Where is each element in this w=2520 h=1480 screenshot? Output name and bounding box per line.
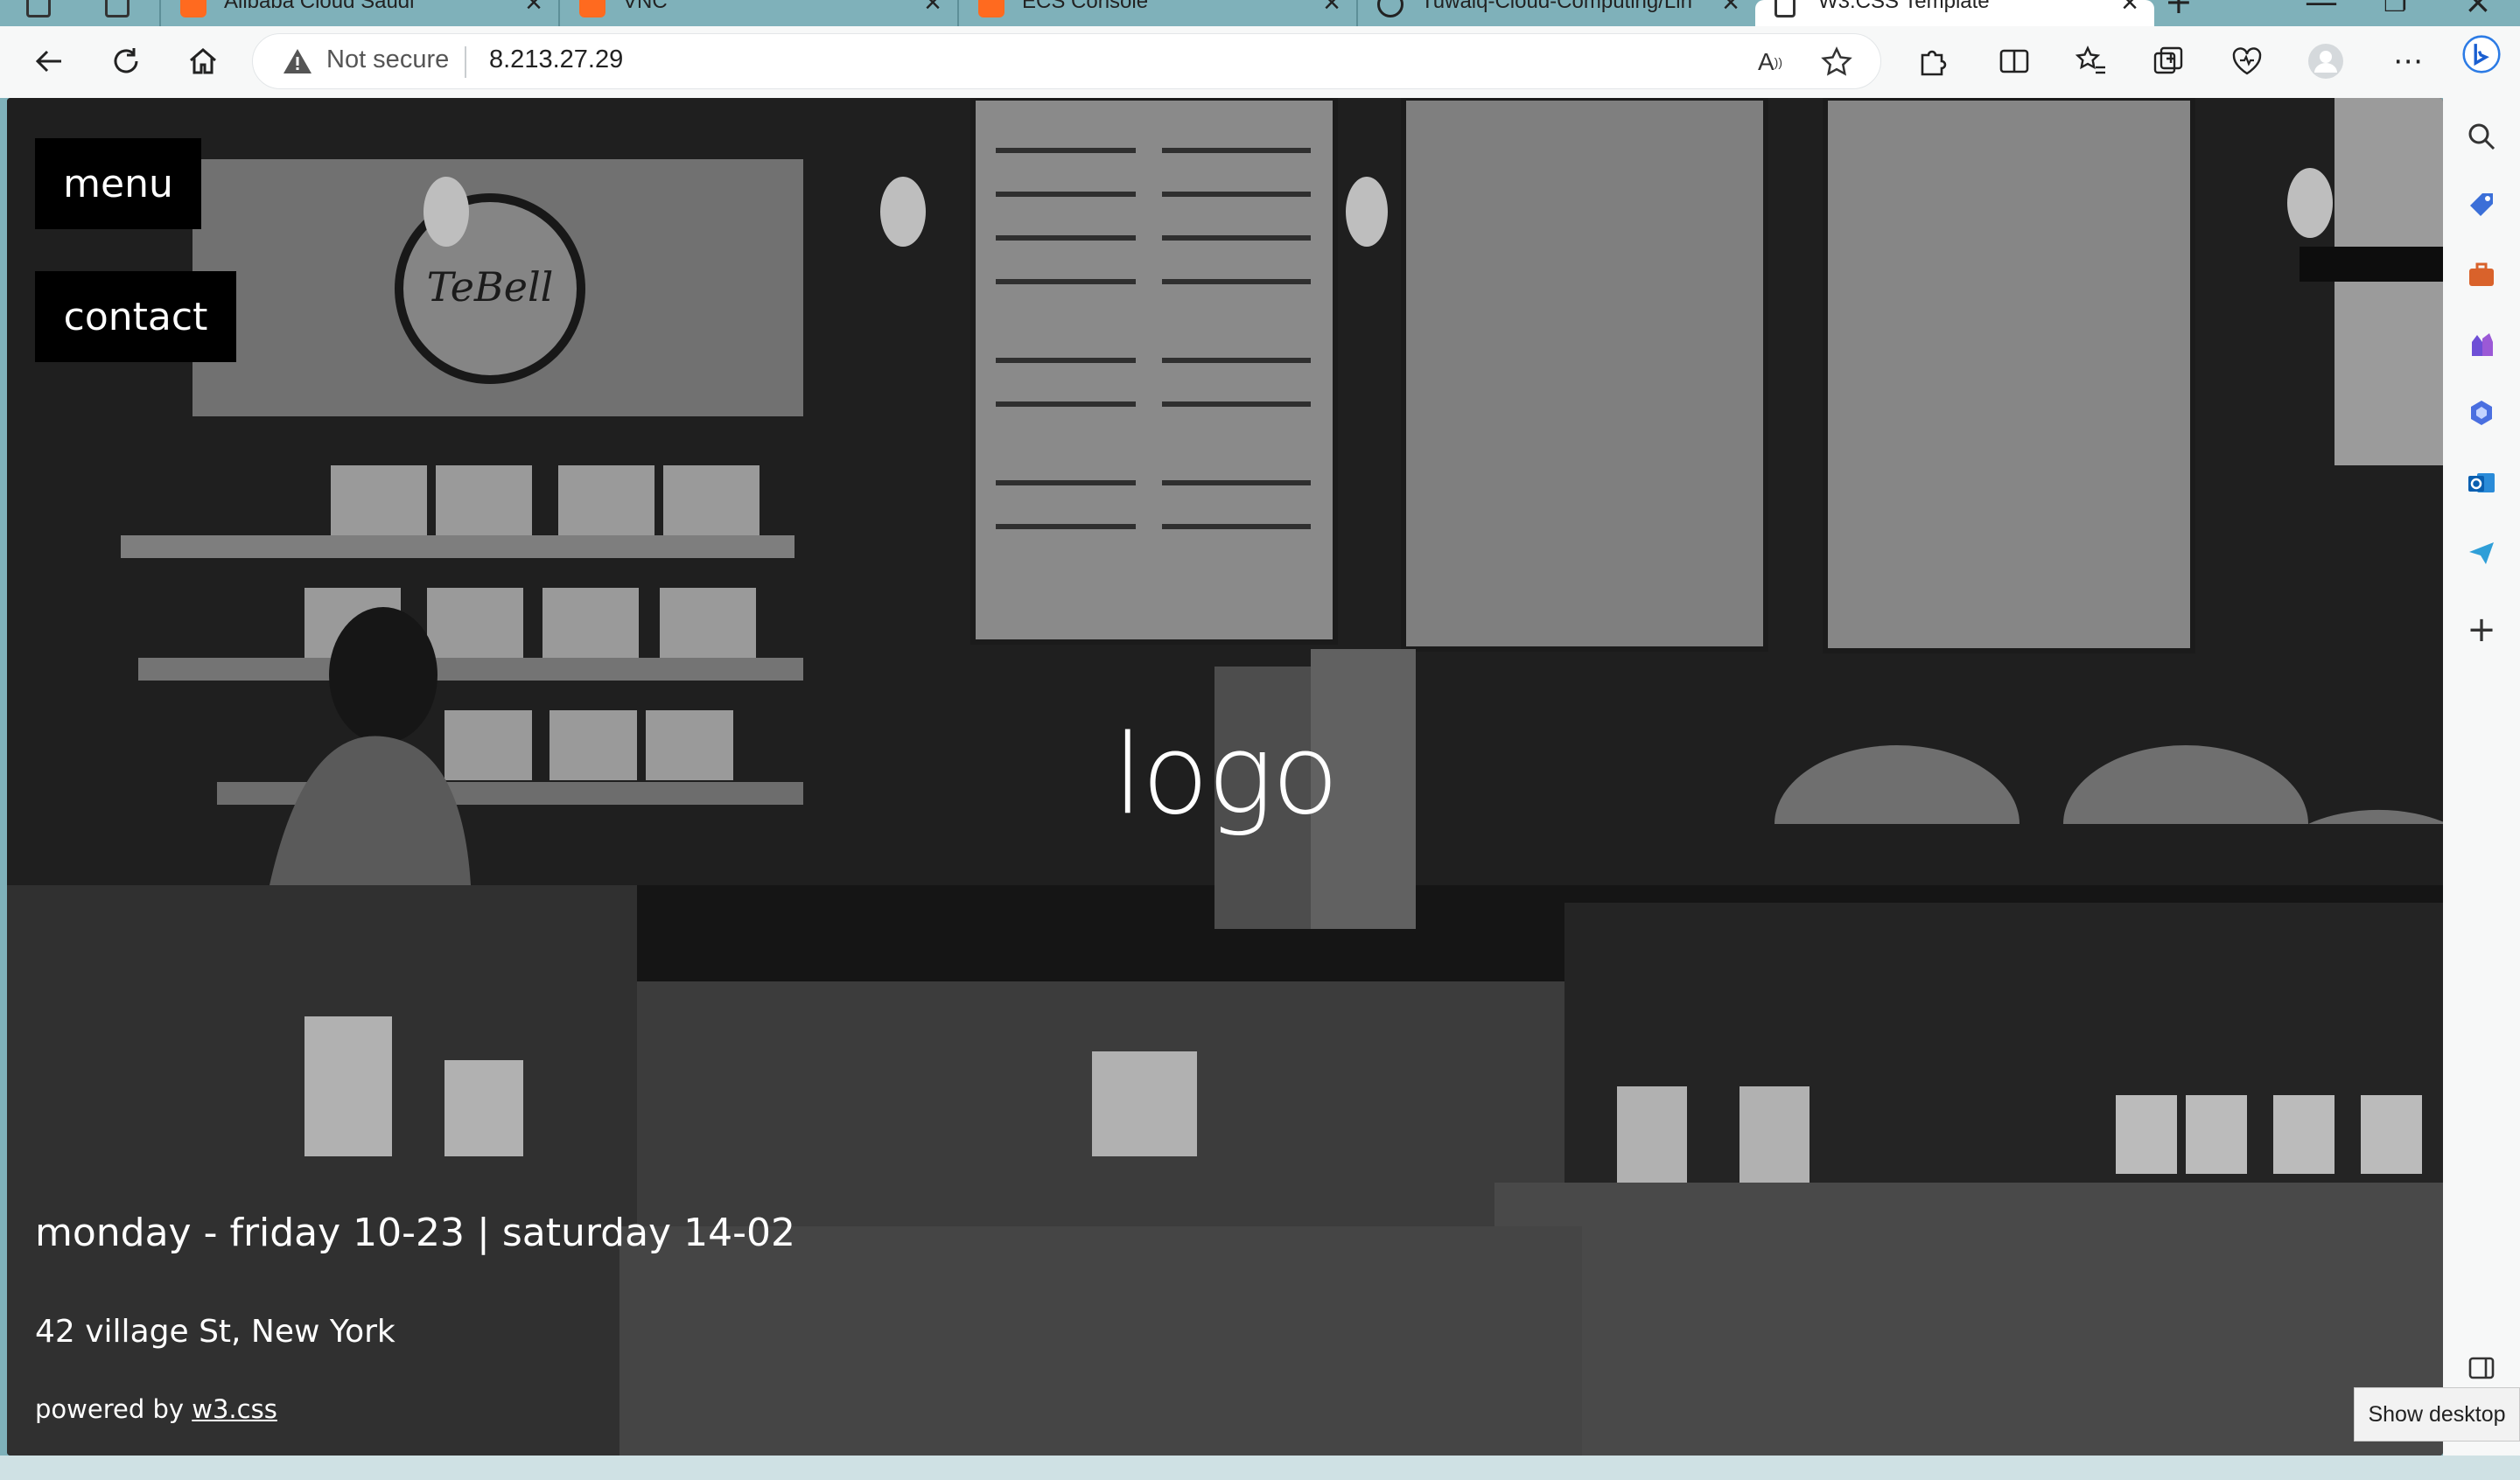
minimize-icon[interactable]: — <box>2305 0 2338 21</box>
github-icon <box>1377 0 1404 17</box>
close-window-icon[interactable]: × <box>2464 0 2492 21</box>
close-tab-icon[interactable]: × <box>1722 0 1740 20</box>
opening-hours: monday - friday 10-23 | saturday 14-02 <box>35 1211 795 1255</box>
split-screen-icon[interactable] <box>1995 42 2034 80</box>
search-icon[interactable] <box>2462 117 2501 156</box>
tab-w3css-template[interactable]: W3.CSS Template × <box>1755 0 2154 26</box>
divider <box>465 46 466 78</box>
tab-actions-icon[interactable] <box>105 0 130 17</box>
browser-toolbar: Not secure 8.213.27.29 A)) ⋯ <box>0 26 2520 98</box>
contact-button[interactable]: contact <box>35 271 236 362</box>
copilot-icon[interactable] <box>2462 35 2501 73</box>
browser-essentials-icon[interactable] <box>2228 42 2266 80</box>
tab-vnc[interactable]: VNC × <box>558 0 957 26</box>
back-icon[interactable] <box>30 42 68 80</box>
tools-briefcase-icon[interactable] <box>2462 255 2501 294</box>
workspaces-icon[interactable] <box>26 0 51 17</box>
logo-text: logo <box>1112 710 1340 839</box>
address-text: 42 village St, New York <box>35 1314 396 1350</box>
tab-alibaba-saudi[interactable]: Alibaba Cloud Saudi × <box>159 0 558 26</box>
url-text[interactable]: 8.213.27.29 <box>489 45 623 74</box>
games-icon[interactable] <box>2462 325 2501 364</box>
show-desktop-tooltip: Show desktop <box>2354 1387 2520 1442</box>
collections-icon[interactable] <box>2149 42 2188 80</box>
taskbar-edge <box>0 1456 2520 1480</box>
tab-github-tuwaiq[interactable]: Tuwaiq-Cloud-Computing/Lin × <box>1356 0 1755 26</box>
close-tab-icon[interactable]: × <box>924 0 942 20</box>
alibaba-icon <box>180 0 206 17</box>
send-icon[interactable] <box>2462 534 2501 572</box>
read-aloud-icon[interactable]: A)) <box>1753 45 1788 80</box>
microsoft-365-icon[interactable] <box>2462 394 2501 432</box>
refresh-icon[interactable] <box>107 42 145 80</box>
home-icon[interactable] <box>184 42 222 80</box>
alibaba-icon <box>978 0 1004 17</box>
alibaba-icon <box>579 0 606 17</box>
security-label[interactable]: Not secure <box>326 45 449 74</box>
favorite-star-icon[interactable] <box>1819 45 1854 80</box>
shopping-tag-icon[interactable] <box>2462 185 2501 224</box>
tab-ecs-console[interactable]: ECS Console × <box>957 0 1356 26</box>
new-tab-icon[interactable]: + <box>2165 0 2193 21</box>
powered-by: powered by w3.css <box>35 1394 277 1424</box>
profile-avatar-icon[interactable] <box>2306 42 2345 80</box>
add-sidebar-app-icon[interactable]: + <box>2462 610 2501 650</box>
more-options-icon[interactable]: ⋯ <box>2389 42 2427 80</box>
edge-sidebar: + <box>2443 26 2520 1456</box>
favorites-icon[interactable] <box>2072 42 2110 80</box>
maximize-icon[interactable]: ❐ <box>2384 0 2407 18</box>
close-tab-icon[interactable]: × <box>1323 0 1340 20</box>
menu-button[interactable]: menu <box>35 138 201 229</box>
tab-strip: Alibaba Cloud Saudi × VNC × ECS Console … <box>0 0 2520 26</box>
close-tab-icon[interactable]: × <box>2121 0 2138 20</box>
page-icon <box>1774 0 1796 17</box>
w3css-link[interactable]: w3.css <box>192 1394 277 1424</box>
warning-icon[interactable] <box>283 48 312 78</box>
outlook-icon[interactable] <box>2462 464 2501 502</box>
powered-prefix: powered by <box>35 1394 192 1424</box>
hide-sidebar-icon[interactable] <box>2462 1349 2501 1387</box>
close-tab-icon[interactable]: × <box>525 0 542 20</box>
page-viewport: TeBell menu contact logo monday - friday… <box>7 98 2443 1456</box>
extensions-icon[interactable] <box>1913 42 1951 80</box>
address-bar[interactable]: Not secure 8.213.27.29 A)) <box>252 33 1881 89</box>
